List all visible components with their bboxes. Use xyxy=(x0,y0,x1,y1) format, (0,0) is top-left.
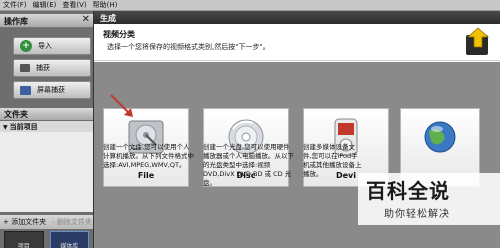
add-folder-button[interactable]: + 添加文件夹 xyxy=(0,217,49,227)
format-description-device: 创建多媒体设备文件,您可以在iPod手机或其他播放设备上播放。 xyxy=(303,143,362,178)
folder-header: 文件夹 xyxy=(0,108,93,120)
red-arrow-pointer-icon xyxy=(110,94,133,117)
app-logo-icon xyxy=(466,27,490,55)
monitor-icon xyxy=(20,85,31,95)
folder-item-current-project[interactable]: ▼ 当前项目 xyxy=(0,121,93,132)
dialog-header: 视频分类 选择一个您将保存的视频格式类别,然后按"下一步"。 xyxy=(94,25,500,61)
format-description-disc: 创建一个光盘,您可以使用硬件播放器或个人电脑播放。从以下的光盘类型中选择:视频 … xyxy=(203,143,294,187)
panel-tabs: 项目 媒体库 xyxy=(0,230,93,248)
close-icon[interactable]: ✕ xyxy=(82,14,90,25)
menu-help[interactable]: 帮助(H) xyxy=(90,0,121,10)
capture-label: 捕获 xyxy=(36,64,50,72)
watermark-title: 百科全说 xyxy=(366,179,450,203)
import-button[interactable]: + 导入 xyxy=(13,37,91,55)
folder-tree xyxy=(0,132,93,212)
watermark: 百科全说 助你轻松解决 xyxy=(358,173,500,225)
dialog-subheading: 选择一个您将保存的视频格式类别,然后按"下一步"。 xyxy=(107,43,270,51)
menu-bar: 文件(F) 编辑(E) 查看(V) 帮助(H) xyxy=(0,0,500,11)
screen-capture-button[interactable]: 屏幕捕获 xyxy=(13,81,91,99)
tab-project[interactable]: 项目 xyxy=(4,231,44,248)
dialog-title: 生成 xyxy=(94,11,500,24)
operations-panel-header: 操作库 ✕ xyxy=(0,14,93,28)
dialog-heading: 视频分类 xyxy=(103,30,135,39)
import-label: 导入 xyxy=(38,42,52,50)
plus-icon: + xyxy=(20,40,32,52)
folder-item-label: 当前项目 xyxy=(9,123,38,131)
menu-view[interactable]: 查看(V) xyxy=(59,0,89,10)
chevron-down-icon[interactable]: ▼ xyxy=(3,124,8,131)
folder-toolbar: + 添加文件夹 - 删除文件夹 xyxy=(0,215,93,229)
globe-icon xyxy=(424,121,456,153)
capture-button[interactable]: 捕获 xyxy=(13,59,91,77)
left-panel: 操作库 ✕ + 导入 捕获 屏幕捕获 文件夹 ▼ 当前项目 + 添加文件夹 - 删… xyxy=(0,11,93,248)
format-description-file: 创建一个文件,您可以使用个人计算机播放。从下列文件格式中选择:AVI,MPEG,… xyxy=(103,143,194,169)
menu-edit[interactable]: 编辑(E) xyxy=(30,0,60,10)
operations-panel-title: 操作库 xyxy=(4,17,28,26)
menu-file[interactable]: 文件(F) xyxy=(0,0,30,10)
camera-icon xyxy=(20,64,30,72)
screen-capture-label: 屏幕捕获 xyxy=(37,86,65,94)
remove-folder-button[interactable]: - 删除文件夹 xyxy=(49,217,95,227)
watermark-subtitle: 助你轻松解决 xyxy=(384,209,450,220)
tab-media-library[interactable]: 媒体库 xyxy=(49,231,89,248)
format-card-file-label: File xyxy=(137,171,155,180)
